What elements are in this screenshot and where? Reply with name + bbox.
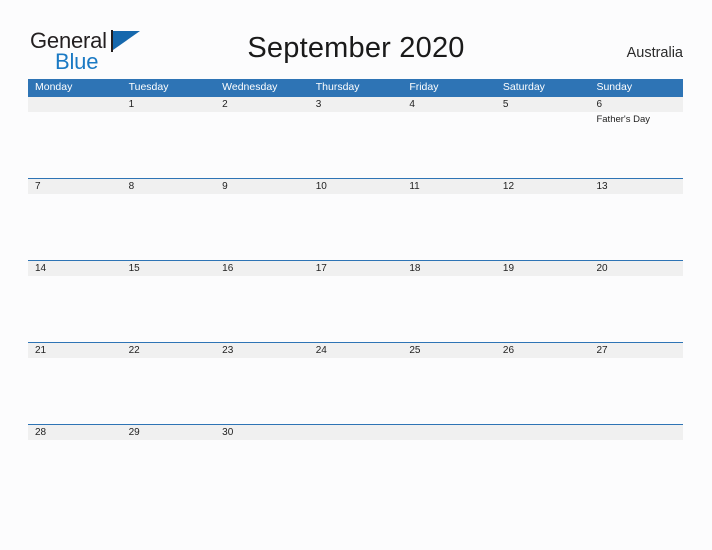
day-number[interactable]: 28 bbox=[28, 425, 122, 440]
day-number[interactable]: 20 bbox=[589, 261, 683, 276]
week-date-band: 7 8 9 10 11 12 13 bbox=[28, 179, 683, 194]
day-cell[interactable] bbox=[28, 440, 122, 471]
week-body-row: Father's Day bbox=[28, 112, 683, 178]
day-number[interactable]: 29 bbox=[122, 425, 216, 440]
day-cell[interactable] bbox=[215, 358, 309, 424]
day-number[interactable]: 11 bbox=[402, 179, 496, 194]
week-row: 7 8 9 10 11 12 13 bbox=[28, 178, 683, 260]
day-cell[interactable] bbox=[496, 440, 590, 471]
day-cell[interactable] bbox=[215, 276, 309, 342]
day-number[interactable]: 24 bbox=[309, 343, 403, 358]
day-cell[interactable] bbox=[589, 276, 683, 342]
week-body-row bbox=[28, 276, 683, 342]
week-row: 1 2 3 4 5 6 Father's Day bbox=[28, 96, 683, 178]
day-number[interactable]: 10 bbox=[309, 179, 403, 194]
day-number[interactable] bbox=[589, 425, 683, 440]
day-number[interactable] bbox=[309, 425, 403, 440]
day-event: Father's Day bbox=[596, 114, 651, 125]
weekday-header-saturday: Saturday bbox=[502, 81, 545, 93]
day-cell[interactable] bbox=[122, 112, 216, 178]
day-number[interactable]: 15 bbox=[122, 261, 216, 276]
region-label: Australia bbox=[626, 45, 683, 61]
day-cell[interactable] bbox=[496, 358, 590, 424]
day-number[interactable]: 16 bbox=[215, 261, 309, 276]
day-number[interactable]: 23 bbox=[215, 343, 309, 358]
day-cell[interactable] bbox=[28, 194, 122, 260]
week-body-row bbox=[28, 194, 683, 260]
day-cell[interactable] bbox=[496, 276, 590, 342]
day-number[interactable] bbox=[28, 97, 122, 112]
week-date-band: 14 15 16 17 18 19 20 bbox=[28, 261, 683, 276]
day-cell[interactable] bbox=[28, 112, 122, 178]
day-number[interactable]: 3 bbox=[309, 97, 403, 112]
day-cell[interactable] bbox=[589, 358, 683, 424]
week-date-band: 28 29 30 bbox=[28, 425, 683, 440]
weekday-header-sunday: Sunday bbox=[596, 81, 633, 93]
calendar-grid: Monday Tuesday Wednesday Thursday Friday… bbox=[28, 79, 683, 471]
day-number[interactable]: 9 bbox=[215, 179, 309, 194]
day-cell[interactable] bbox=[496, 112, 590, 178]
day-number[interactable]: 1 bbox=[122, 97, 216, 112]
day-number[interactable]: 7 bbox=[28, 179, 122, 194]
day-number[interactable]: 26 bbox=[496, 343, 590, 358]
weekday-header-wednesday: Wednesday bbox=[222, 81, 278, 93]
week-body-row bbox=[28, 440, 683, 471]
day-number[interactable]: 25 bbox=[402, 343, 496, 358]
day-number[interactable]: 17 bbox=[309, 261, 403, 276]
day-number[interactable]: 27 bbox=[589, 343, 683, 358]
weekday-header-thursday: Thursday bbox=[315, 81, 360, 93]
day-cell[interactable] bbox=[402, 358, 496, 424]
day-number[interactable]: 19 bbox=[496, 261, 590, 276]
day-number[interactable]: 14 bbox=[28, 261, 122, 276]
weekday-header-tuesday: Tuesday bbox=[128, 81, 169, 93]
weekday-header-friday: Friday bbox=[409, 81, 439, 93]
day-cell[interactable] bbox=[215, 194, 309, 260]
day-cell[interactable] bbox=[496, 194, 590, 260]
day-number[interactable]: 21 bbox=[28, 343, 122, 358]
day-number[interactable]: 6 bbox=[589, 97, 683, 112]
weekday-header-row: Monday Tuesday Wednesday Thursday Friday… bbox=[28, 79, 683, 96]
day-number[interactable] bbox=[402, 425, 496, 440]
day-cell[interactable] bbox=[28, 358, 122, 424]
day-cell[interactable] bbox=[309, 440, 403, 471]
day-cell[interactable] bbox=[589, 440, 683, 471]
day-cell[interactable] bbox=[309, 194, 403, 260]
week-body-row bbox=[28, 358, 683, 424]
day-number[interactable]: 4 bbox=[402, 97, 496, 112]
week-row: 28 29 30 bbox=[28, 424, 683, 471]
day-number[interactable]: 13 bbox=[589, 179, 683, 194]
week-date-band: 1 2 3 4 5 6 bbox=[28, 97, 683, 112]
day-number[interactable]: 5 bbox=[496, 97, 590, 112]
page-title: September 2020 bbox=[247, 32, 465, 64]
day-cell[interactable] bbox=[215, 440, 309, 471]
day-cell[interactable] bbox=[122, 358, 216, 424]
day-cell[interactable] bbox=[122, 276, 216, 342]
day-cell[interactable] bbox=[215, 112, 309, 178]
day-cell[interactable] bbox=[28, 276, 122, 342]
day-cell[interactable]: Father's Day bbox=[589, 112, 683, 178]
day-cell[interactable] bbox=[589, 194, 683, 260]
day-cell[interactable] bbox=[122, 440, 216, 471]
day-cell[interactable] bbox=[402, 276, 496, 342]
day-number[interactable]: 2 bbox=[215, 97, 309, 112]
week-row: 21 22 23 24 25 26 27 bbox=[28, 342, 683, 424]
day-cell[interactable] bbox=[122, 194, 216, 260]
day-cell[interactable] bbox=[402, 194, 496, 260]
week-date-band: 21 22 23 24 25 26 27 bbox=[28, 343, 683, 358]
week-row: 14 15 16 17 18 19 20 bbox=[28, 260, 683, 342]
day-number[interactable] bbox=[496, 425, 590, 440]
calendar-page: General Blue September 2020 Australia Mo… bbox=[0, 0, 712, 550]
weekday-header-monday: Monday bbox=[35, 81, 73, 93]
day-number[interactable]: 30 bbox=[215, 425, 309, 440]
day-cell[interactable] bbox=[309, 276, 403, 342]
day-cell[interactable] bbox=[309, 358, 403, 424]
day-cell[interactable] bbox=[402, 112, 496, 178]
page-header: General Blue September 2020 Australia bbox=[0, 0, 712, 78]
day-number[interactable]: 8 bbox=[122, 179, 216, 194]
day-cell[interactable] bbox=[402, 440, 496, 471]
day-cell[interactable] bbox=[309, 112, 403, 178]
day-number[interactable]: 12 bbox=[496, 179, 590, 194]
day-number[interactable]: 18 bbox=[402, 261, 496, 276]
day-number[interactable]: 22 bbox=[122, 343, 216, 358]
